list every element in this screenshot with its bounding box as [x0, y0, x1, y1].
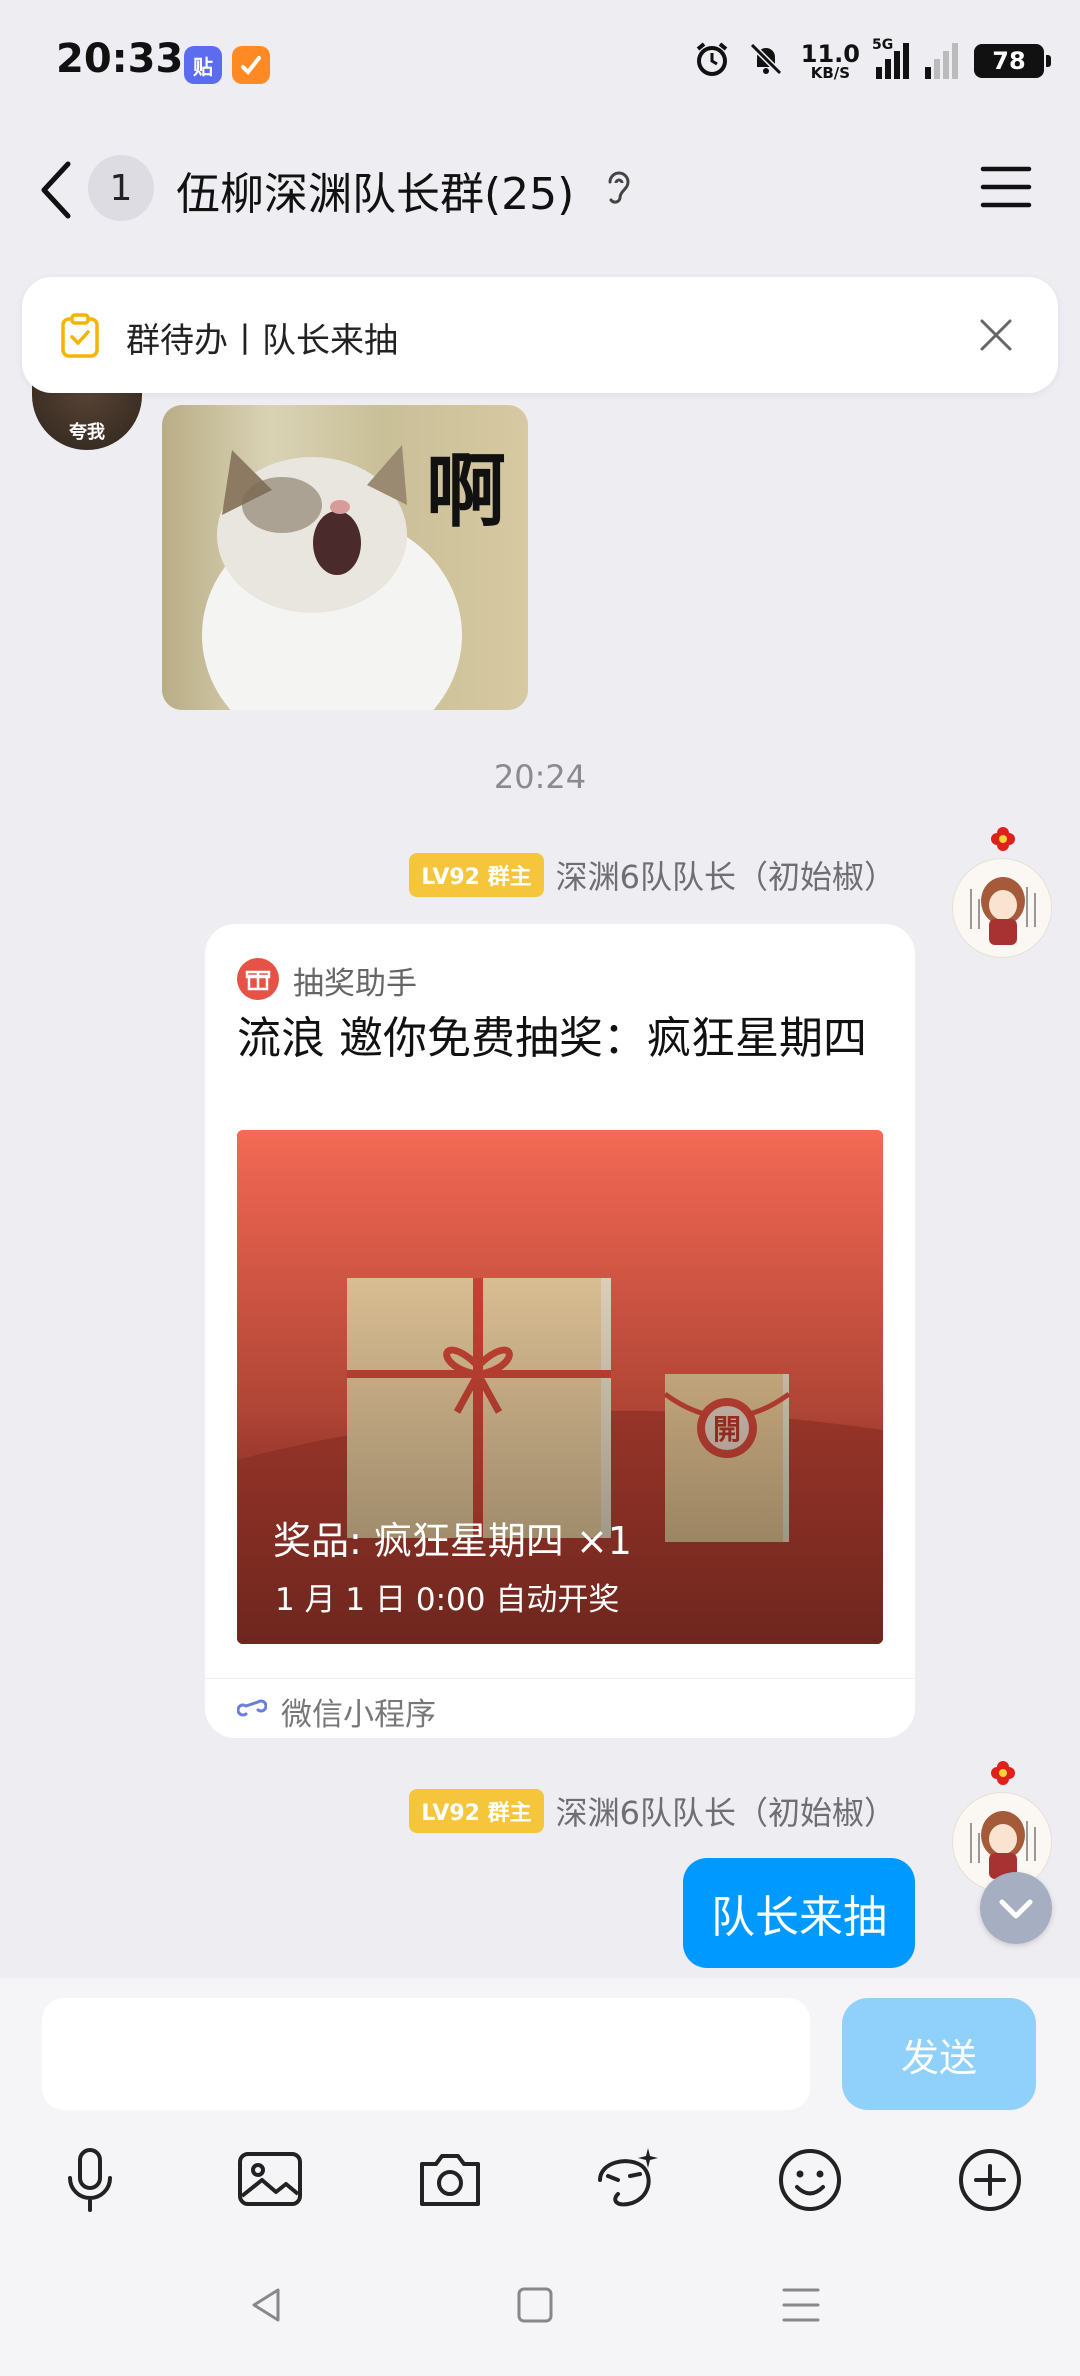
- group-todo-banner[interactable]: 群待办丨队长来抽: [22, 277, 1058, 393]
- sender-name[interactable]: 深渊6队队长（初始椒）: [556, 1788, 896, 1834]
- sender-name[interactable]: 深渊6队队长（初始椒）: [556, 852, 896, 898]
- message-input[interactable]: [42, 1998, 810, 2110]
- cat-sticker-image[interactable]: 啊: [162, 405, 528, 710]
- card-app-name: 抽奖助手: [293, 966, 417, 1002]
- chevron-left-icon: [32, 161, 82, 234]
- mini-program-label: 微信小程序: [281, 1697, 436, 1733]
- close-banner-button[interactable]: [976, 315, 1016, 355]
- gift-icon: [237, 958, 279, 1000]
- todo-banner-text: 群待办丨队长来抽: [126, 321, 398, 361]
- scroll-to-bottom-button[interactable]: [980, 1872, 1052, 1944]
- camera-button[interactable]: [412, 2142, 488, 2218]
- mini-program-icon: [236, 1693, 268, 1723]
- level-badge: LV92 群主: [409, 853, 544, 897]
- card-footer: 微信小程序: [205, 1678, 915, 1738]
- chat-title[interactable]: 伍柳深渊队长群(25): [176, 158, 574, 222]
- ear-icon: [604, 168, 634, 210]
- sender-info-2: LV92 群主 深渊6队队长（初始椒）: [409, 1788, 896, 1834]
- plus-circle-icon: [952, 2149, 1028, 2222]
- task-app-icon: [232, 46, 270, 84]
- voice-button[interactable]: [52, 2142, 128, 2218]
- unread-count-badge[interactable]: 1: [88, 155, 154, 221]
- hamburger-menu-icon: [980, 166, 1032, 213]
- camera-icon: [412, 2154, 488, 2222]
- tieba-app-icon: 贴: [184, 46, 222, 84]
- nav-home-button[interactable]: [510, 2280, 560, 2330]
- back-button[interactable]: [32, 150, 82, 230]
- menu-button[interactable]: [980, 165, 1032, 209]
- microphone-icon: [52, 2148, 128, 2222]
- network-speed: 11.0 KB/S: [800, 39, 860, 82]
- lottery-cover-image: 開 奖品: 疯狂星期四 ×1 1 月 1 日 0:00 自动开奖: [237, 1130, 883, 1644]
- send-button[interactable]: 发送: [842, 1998, 1036, 2110]
- anime-avatar-icon: [970, 877, 1036, 945]
- close-icon: [976, 319, 1016, 359]
- mute-bell-icon: [747, 40, 785, 82]
- square-home-icon: [510, 2287, 560, 2334]
- sender-avatar-right[interactable]: [952, 827, 1052, 958]
- lines-menu-icon: [776, 2288, 826, 2334]
- level-badge: LV92 群主: [409, 1789, 544, 1833]
- todo-clipboard-icon: [60, 313, 100, 359]
- ai-assistant-button[interactable]: [588, 2142, 664, 2218]
- prize-text: 奖品: 疯狂星期四 ×1: [273, 1519, 632, 1563]
- signal-icon-secondary: [925, 43, 958, 79]
- gallery-button[interactable]: [232, 2142, 308, 2218]
- battery-indicator: 78: [974, 44, 1051, 78]
- flower-icon: [991, 1761, 1015, 1785]
- nav-back-button[interactable]: [242, 2280, 292, 2330]
- signal-icon: 5G: [872, 37, 909, 79]
- sparkle-face-icon: [588, 2148, 664, 2222]
- sticker-caption: 啊: [426, 445, 506, 538]
- emoji-button[interactable]: [772, 2142, 848, 2218]
- draw-time-text: 1 月 1 日 0:00 自动开奖: [275, 1582, 620, 1618]
- nav-recents-button[interactable]: [776, 2280, 826, 2330]
- lottery-card[interactable]: 抽奖助手 流浪 邀你免费抽奖：疯狂星期四 奖品: 疯狂星期四 ×1 1 月 1 …: [205, 924, 915, 1738]
- chevron-down-icon: [980, 1899, 1052, 1948]
- image-icon: [232, 2152, 308, 2222]
- alarm-icon: [693, 40, 731, 82]
- message-timestamp: 20:24: [493, 758, 587, 796]
- card-title: 流浪 邀你免费抽奖：疯狂星期四: [237, 1013, 867, 1064]
- flower-icon: [991, 827, 1015, 851]
- status-icons: 11.0 KB/S 5G 78: [693, 37, 1051, 82]
- more-options-button[interactable]: [952, 2142, 1028, 2218]
- sender-info: LV92 群主 深渊6队队长（初始椒）: [409, 852, 896, 898]
- triangle-back-icon: [242, 2288, 292, 2334]
- text-message-bubble[interactable]: 队长来抽: [683, 1858, 915, 1968]
- status-time: 20:33: [56, 36, 184, 82]
- smiley-icon: [772, 2149, 848, 2222]
